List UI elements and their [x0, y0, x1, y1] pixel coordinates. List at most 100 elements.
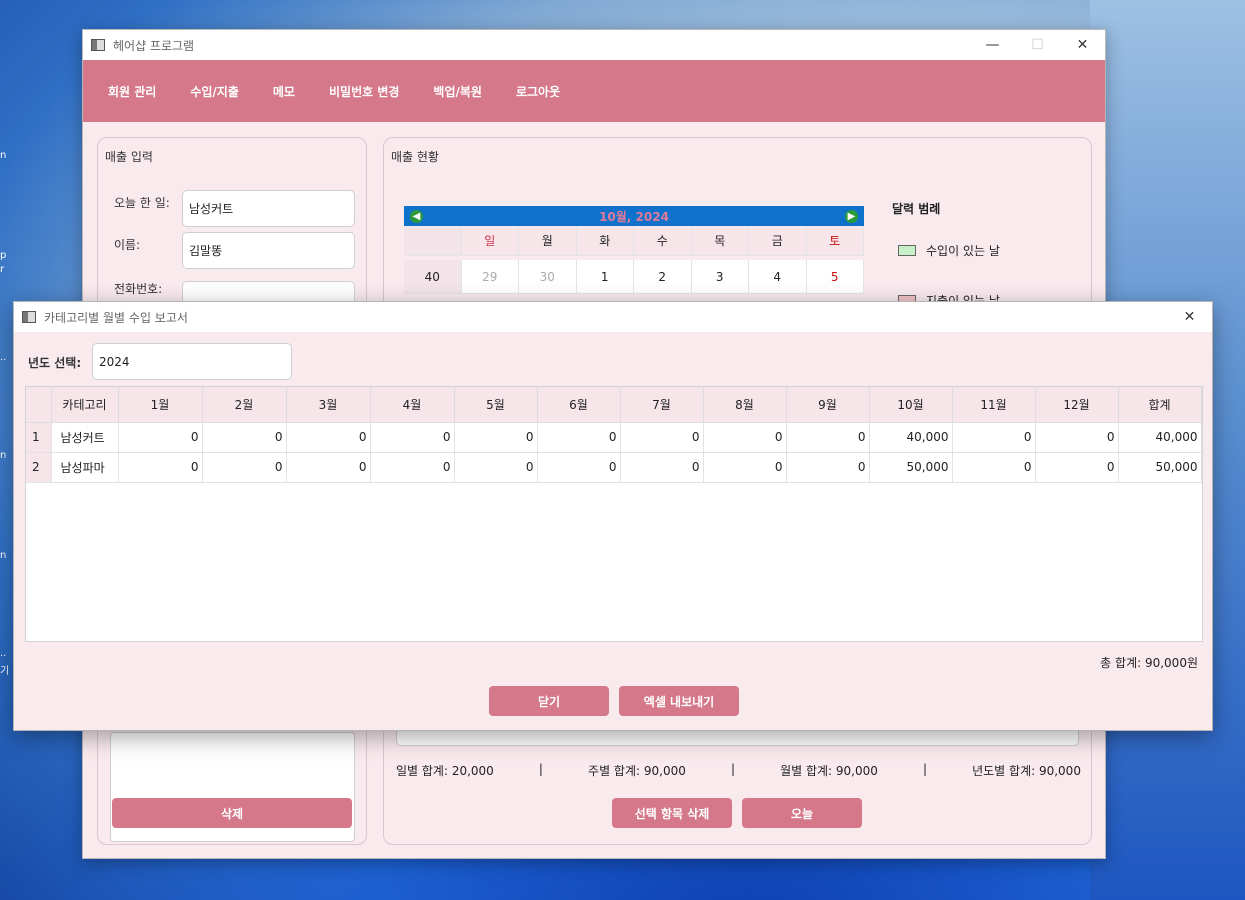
today-work-field[interactable]: 남성커트	[182, 190, 355, 227]
table-cell[interactable]: 0	[118, 422, 203, 453]
next-month-icon[interactable]: ▶	[845, 209, 858, 223]
maximize-icon[interactable]: ☐	[1015, 30, 1060, 60]
calendar[interactable]: ◀ 10월, 2024 ▶ 일월화수목금토 40 29 30 1 2 3 4 5	[404, 206, 864, 294]
year-select-field[interactable]: 2024	[92, 343, 292, 380]
desktop-icon-label[interactable]: p	[0, 250, 12, 261]
daily-total: 일별 합계: 20,000	[396, 764, 494, 778]
menu-memo[interactable]: 메모	[273, 83, 295, 100]
calendar-week-number: 40	[404, 260, 462, 294]
calendar-header: ◀ 10월, 2024 ▶	[404, 206, 864, 226]
column-header[interactable]: 10월	[869, 387, 953, 423]
totals-separator: |	[538, 762, 543, 776]
table-cell[interactable]: 0	[202, 452, 287, 483]
calendar-day[interactable]: 29	[461, 260, 519, 294]
row-number[interactable]: 1	[26, 422, 52, 453]
table-cell[interactable]: 0	[537, 422, 621, 453]
main-window-title: 헤어샵 프로그램	[113, 38, 195, 53]
desktop-icon-label[interactable]: r	[0, 264, 12, 275]
table-cell[interactable]: 0	[286, 452, 371, 483]
column-header[interactable]: 3월	[286, 387, 371, 423]
totals-separator: |	[922, 762, 928, 776]
desktop-icon-label[interactable]: 기	[0, 662, 12, 677]
menu-logout[interactable]: 로그아웃	[516, 83, 560, 100]
column-header[interactable]: 9월	[786, 387, 870, 423]
column-header[interactable]: 4월	[370, 387, 455, 423]
desktop-icon-label[interactable]: ..	[0, 648, 12, 659]
table-cell[interactable]: 0	[952, 422, 1036, 453]
table-cell[interactable]: 0	[1035, 452, 1119, 483]
table-cell[interactable]: 50,000	[869, 452, 953, 483]
column-header[interactable]: 8월	[703, 387, 787, 423]
today-button[interactable]: 오늘	[742, 798, 862, 828]
delete-button[interactable]: 삭제	[112, 798, 352, 828]
calendar-day[interactable]: 4	[749, 260, 807, 294]
table-cell[interactable]: 0	[703, 452, 787, 483]
legend-title: 달력 범례	[892, 202, 941, 216]
menu-backup-restore[interactable]: 백업/복원	[433, 83, 482, 100]
name-field[interactable]: 김말똥	[182, 232, 355, 269]
weekly-total: 주별 합계: 90,000	[588, 764, 686, 778]
column-header[interactable]: 2월	[202, 387, 287, 423]
row-number[interactable]: 2	[26, 452, 52, 483]
calendar-day[interactable]: 2	[634, 260, 692, 294]
table-cell[interactable]: 40,000	[1118, 422, 1202, 453]
desktop-icon-label[interactable]: n	[0, 550, 12, 561]
phone-label: 전화번호:	[114, 282, 163, 296]
export-excel-button[interactable]: 엑셀 내보내기	[619, 686, 739, 716]
prev-month-icon[interactable]: ◀	[410, 209, 423, 223]
table-cell[interactable]: 0	[454, 422, 538, 453]
table-cell[interactable]: 0	[118, 452, 203, 483]
table-cell[interactable]: 0	[1035, 422, 1119, 453]
close-icon[interactable]: ✕	[1060, 30, 1105, 60]
calendar-weeknum-header	[404, 226, 462, 256]
table-cell[interactable]: 0	[703, 422, 787, 453]
category-cell[interactable]: 남성파마	[51, 452, 119, 483]
table-cell[interactable]: 0	[202, 422, 287, 453]
dialog-close-icon[interactable]: ✕	[1167, 302, 1212, 332]
table-cell[interactable]: 0	[952, 452, 1036, 483]
desktop-icon-label[interactable]: n	[0, 450, 12, 461]
calendar-day[interactable]: 5	[806, 260, 864, 294]
table-cell[interactable]: 40,000	[869, 422, 953, 453]
column-header-category[interactable]: 카테고리	[51, 387, 119, 423]
table-row[interactable]: 2 남성파마 0 0 0 0 0 0 0 0 0 50,000 0 0 50,000	[26, 452, 1202, 483]
desktop-icon-label[interactable]: n	[0, 150, 12, 161]
delete-selected-button[interactable]: 선택 항목 삭제	[612, 798, 732, 828]
desktop-icon-label[interactable]: ..	[0, 352, 12, 363]
column-header[interactable]: 12월	[1035, 387, 1119, 423]
menu-member[interactable]: 회원 관리	[108, 83, 156, 100]
table-cell[interactable]: 50,000	[1118, 452, 1202, 483]
dialog-titlebar[interactable]: 카테고리별 월별 수입 보고서 ✕	[14, 302, 1212, 332]
table-cell[interactable]: 0	[537, 452, 621, 483]
table-cell[interactable]: 0	[454, 452, 538, 483]
table-cell[interactable]: 0	[620, 422, 704, 453]
minimize-icon[interactable]: —	[970, 30, 1015, 60]
calendar-day[interactable]: 3	[691, 260, 749, 294]
table-row[interactable]: 1 남성커트 0 0 0 0 0 0 0 0 0 40,000 0 0 40,000	[26, 422, 1202, 453]
menu-income-expense[interactable]: 수입/지출	[190, 83, 239, 100]
table-cell[interactable]: 0	[370, 452, 455, 483]
calendar-day[interactable]: 1	[576, 260, 634, 294]
monthly-total: 월별 합계: 90,000	[780, 764, 878, 778]
column-header[interactable]: 6월	[537, 387, 621, 423]
menu-change-password[interactable]: 비밀번호 변경	[329, 83, 399, 100]
table-cell[interactable]: 0	[370, 422, 455, 453]
calendar-day[interactable]: 30	[519, 260, 577, 294]
table-cell[interactable]: 0	[286, 422, 371, 453]
main-titlebar[interactable]: 헤어샵 프로그램 — ☐ ✕	[83, 30, 1105, 60]
column-header[interactable]: 1월	[118, 387, 203, 423]
table-cell[interactable]: 0	[786, 452, 870, 483]
sales-input-title: 매출 입력	[105, 150, 153, 164]
column-header[interactable]: 7월	[620, 387, 704, 423]
table-cell[interactable]: 0	[786, 422, 870, 453]
column-header[interactable]: 합계	[1118, 387, 1202, 423]
dialog-close-button[interactable]: 닫기	[489, 686, 609, 716]
totals-separator: |	[730, 762, 735, 776]
column-header[interactable]: 11월	[952, 387, 1036, 423]
calendar-weekday: 수	[634, 226, 692, 256]
category-cell[interactable]: 남성커트	[51, 422, 119, 453]
table-corner[interactable]	[26, 387, 52, 423]
table-cell[interactable]: 0	[620, 452, 704, 483]
column-header[interactable]: 5월	[454, 387, 538, 423]
calendar-weekday: 월	[519, 226, 577, 256]
